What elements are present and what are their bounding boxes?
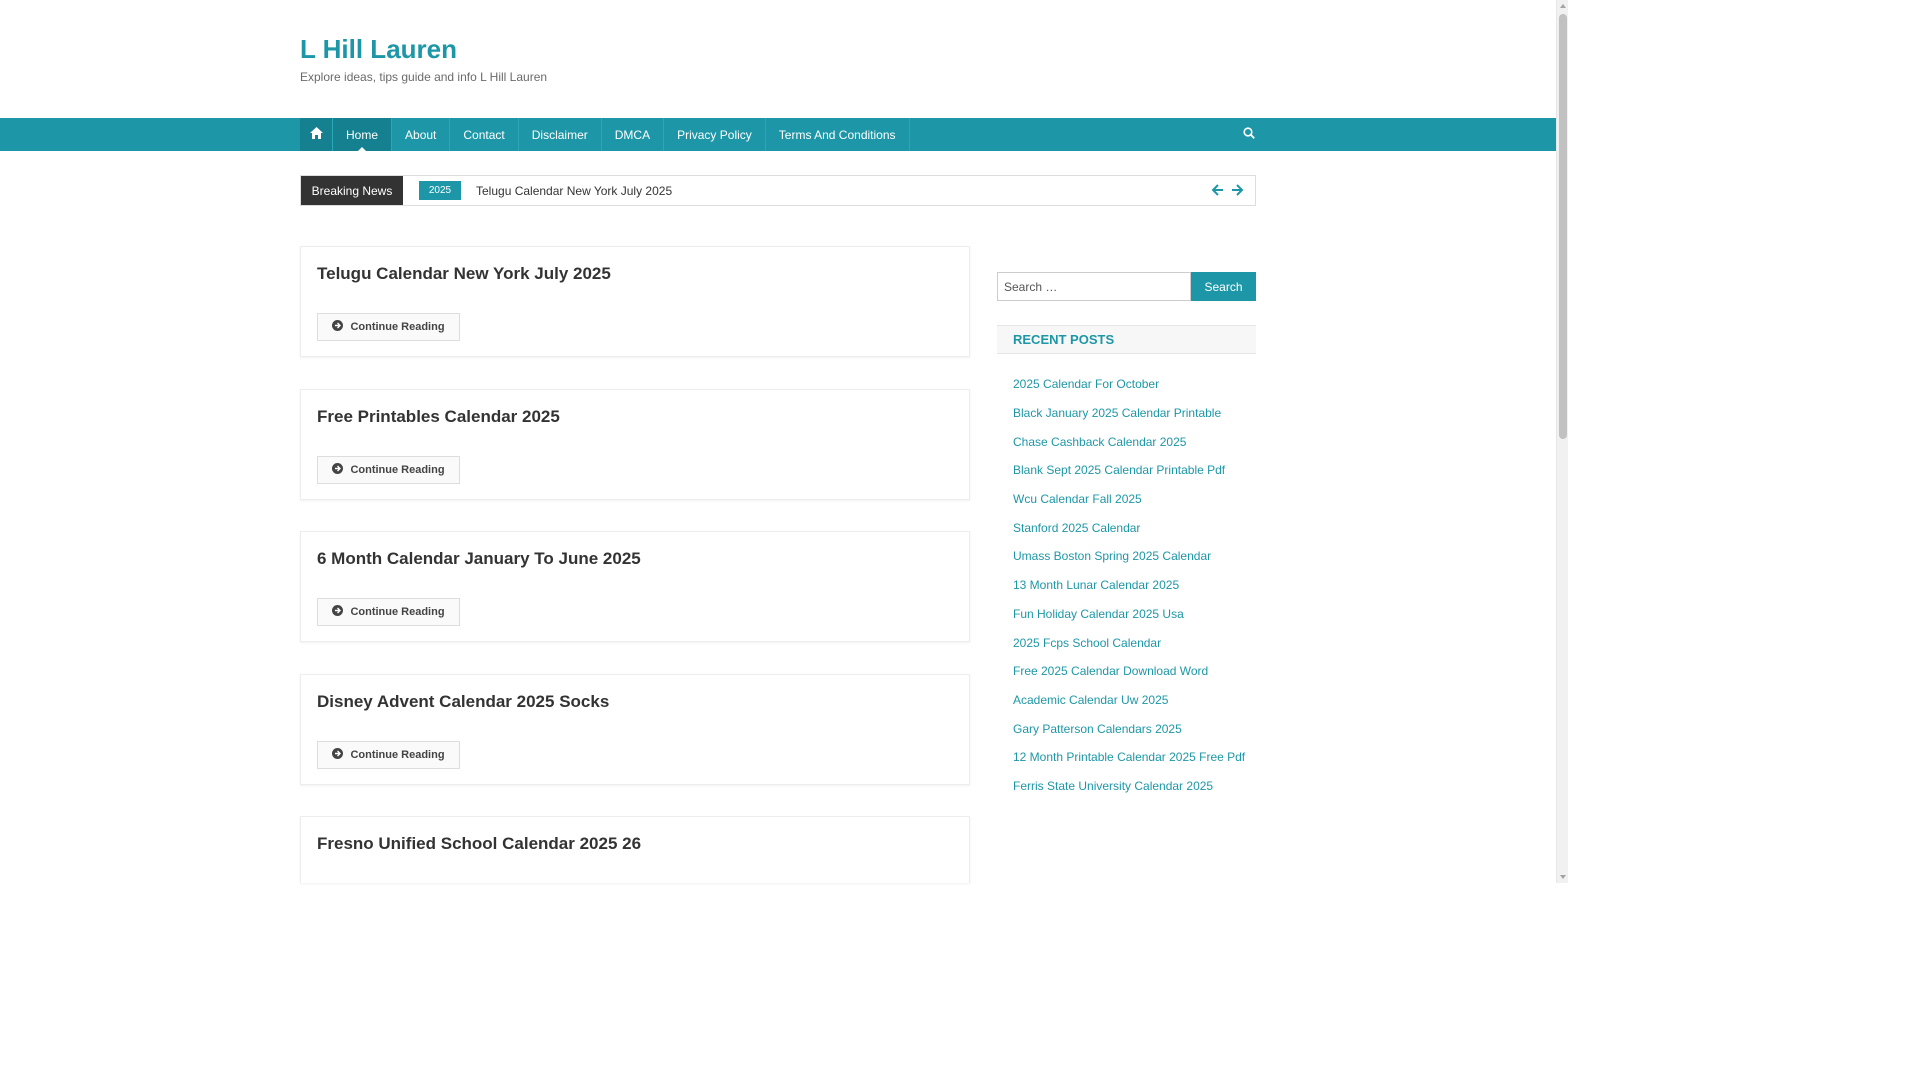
scrollbar-thumb[interactable]	[1559, 14, 1567, 439]
recent-posts-heading: RECENT POSTS	[997, 325, 1256, 354]
scroll-down-arrow-icon[interactable]	[1560, 875, 1566, 879]
post-title[interactable]: Free Printables Calendar 2025	[317, 407, 560, 427]
continue-reading-label: Continue Reading	[350, 606, 445, 618]
search-icon	[1243, 126, 1255, 144]
continue-reading-button[interactable]: Continue Reading	[317, 313, 460, 341]
scroll-up-arrow-icon[interactable]	[1560, 4, 1566, 8]
recent-post-link[interactable]: Umass Boston Spring 2025 Calendar	[1013, 542, 1245, 571]
recent-post-link[interactable]: Wcu Calendar Fall 2025	[1013, 485, 1245, 514]
nav-item-dmca[interactable]: DMCA	[602, 118, 665, 151]
continue-reading-button[interactable]: Continue Reading	[317, 456, 460, 484]
continue-reading-button[interactable]: Continue Reading	[317, 598, 460, 626]
recent-post-link[interactable]: 13 Month Lunar Calendar 2025	[1013, 571, 1245, 600]
search-button[interactable]: Search	[1191, 272, 1256, 301]
arrow-circle-right-icon	[332, 463, 344, 477]
site-title[interactable]: L Hill Lauren	[300, 32, 547, 66]
site-header: L Hill Lauren Explore ideas, tips guide …	[300, 32, 547, 84]
nav-item-terms[interactable]: Terms And Conditions	[766, 118, 910, 151]
home-icon	[309, 127, 323, 142]
recent-post-link[interactable]: Ferris State University Calendar 2025	[1013, 772, 1245, 801]
nav-item-about[interactable]: About	[392, 118, 451, 151]
recent-post-link[interactable]: Chase Cashback Calendar 2025	[1013, 427, 1245, 456]
post-card: Fresno Unified School Calendar 2025 26	[300, 816, 970, 883]
arrow-circle-right-icon	[332, 748, 344, 762]
nav-item-disclaimer[interactable]: Disclaimer	[519, 118, 602, 151]
sidebar-search-form: Search	[997, 272, 1256, 301]
continue-reading-label: Continue Reading	[350, 464, 445, 476]
continue-reading-label: Continue Reading	[350, 749, 445, 761]
post-title[interactable]: 6 Month Calendar January To June 2025	[317, 549, 641, 569]
nav-item-contact[interactable]: Contact	[450, 118, 519, 151]
recent-post-link[interactable]: Stanford 2025 Calendar	[1013, 513, 1245, 542]
nav-item-privacy-policy[interactable]: Privacy Policy	[664, 118, 766, 151]
ticker-date-badge: 2025	[419, 181, 461, 200]
recent-post-link[interactable]: Black January 2025 Calendar Printable	[1013, 399, 1245, 428]
recent-post-link[interactable]: Blank Sept 2025 Calendar Printable Pdf	[1013, 456, 1245, 485]
nav-item-home[interactable]: Home	[333, 118, 393, 151]
post-card: 6 Month Calendar January To June 2025 Co…	[300, 531, 970, 642]
recent-post-link[interactable]: 12 Month Printable Calendar 2025 Free Pd…	[1013, 743, 1245, 772]
ticker-next-arrow-icon[interactable]	[1230, 183, 1244, 197]
post-card: Telugu Calendar New York July 2025 Conti…	[300, 246, 970, 357]
post-card: Free Printables Calendar 2025 Continue R…	[300, 389, 970, 500]
recent-post-link[interactable]: 2025 Fcps School Calendar	[1013, 628, 1245, 657]
post-title[interactable]: Fresno Unified School Calendar 2025 26	[317, 834, 641, 854]
recent-post-link[interactable]: Academic Calendar Uw 2025	[1013, 686, 1245, 715]
breaking-news-ticker: Breaking News 2025 Telugu Calendar New Y…	[300, 175, 1256, 206]
ticker-prev-arrow-icon[interactable]	[1211, 183, 1225, 197]
arrow-circle-right-icon	[332, 320, 344, 334]
recent-post-link[interactable]: Fun Holiday Calendar 2025 Usa	[1013, 600, 1245, 629]
nav-search-button[interactable]	[1237, 118, 1261, 151]
post-title[interactable]: Disney Advent Calendar 2025 Socks	[317, 692, 609, 712]
post-title[interactable]: Telugu Calendar New York July 2025	[317, 264, 611, 284]
search-input[interactable]	[997, 272, 1191, 301]
breaking-news-label: Breaking News	[301, 176, 403, 205]
continue-reading-label: Continue Reading	[350, 321, 445, 333]
main-navigation: Home About Contact Disclaimer DMCA Priva…	[0, 118, 1556, 151]
recent-post-link[interactable]: Free 2025 Calendar Download Word	[1013, 657, 1245, 686]
page-scrollbar[interactable]	[1556, 0, 1568, 883]
recent-posts-list: 2025 Calendar For October Black January …	[1013, 370, 1245, 800]
recent-post-link[interactable]: 2025 Calendar For October	[1013, 370, 1245, 399]
post-card: Disney Advent Calendar 2025 Socks Contin…	[300, 674, 970, 785]
nav-home-button[interactable]	[300, 118, 333, 151]
arrow-circle-right-icon	[332, 605, 344, 619]
recent-post-link[interactable]: Gary Patterson Calendars 2025	[1013, 714, 1245, 743]
continue-reading-button[interactable]: Continue Reading	[317, 741, 460, 769]
ticker-headline[interactable]: Telugu Calendar New York July 2025	[476, 176, 672, 205]
site-description: Explore ideas, tips guide and info L Hil…	[300, 70, 548, 84]
